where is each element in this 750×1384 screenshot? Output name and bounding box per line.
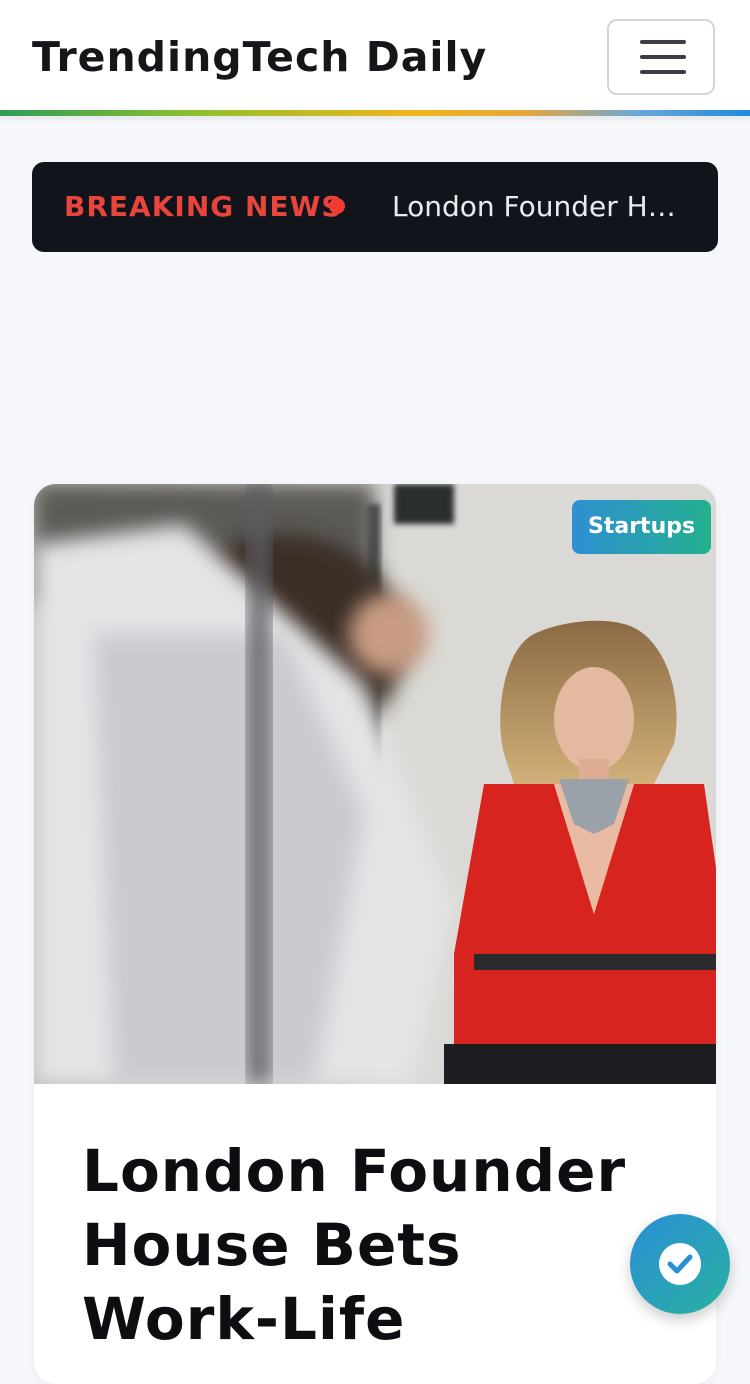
breaking-news-ticker[interactable]: BREAKING NEWS London Founder House Bets … (32, 162, 718, 252)
category-badge[interactable]: Startups (572, 500, 712, 554)
photo-illustration (34, 484, 716, 1084)
article-card[interactable]: Startups London Founder House Bets Work-… (34, 484, 716, 1384)
article-title[interactable]: London Founder House Bets Work-Life (82, 1134, 672, 1356)
article-image[interactable]: Startups (34, 484, 716, 1084)
header-accent-line (0, 110, 750, 116)
site-header: TrendingTech Daily (0, 0, 750, 110)
check-circle-icon (659, 1243, 701, 1285)
ticker-headline[interactable]: London Founder House Bets Work-Life (392, 188, 692, 226)
site-brand[interactable]: TrendingTech Daily (32, 30, 487, 84)
live-dot-icon (329, 198, 345, 214)
action-fab-button[interactable] (630, 1214, 730, 1314)
breaking-news-label: BREAKING NEWS (64, 190, 343, 223)
menu-button[interactable] (607, 19, 715, 95)
